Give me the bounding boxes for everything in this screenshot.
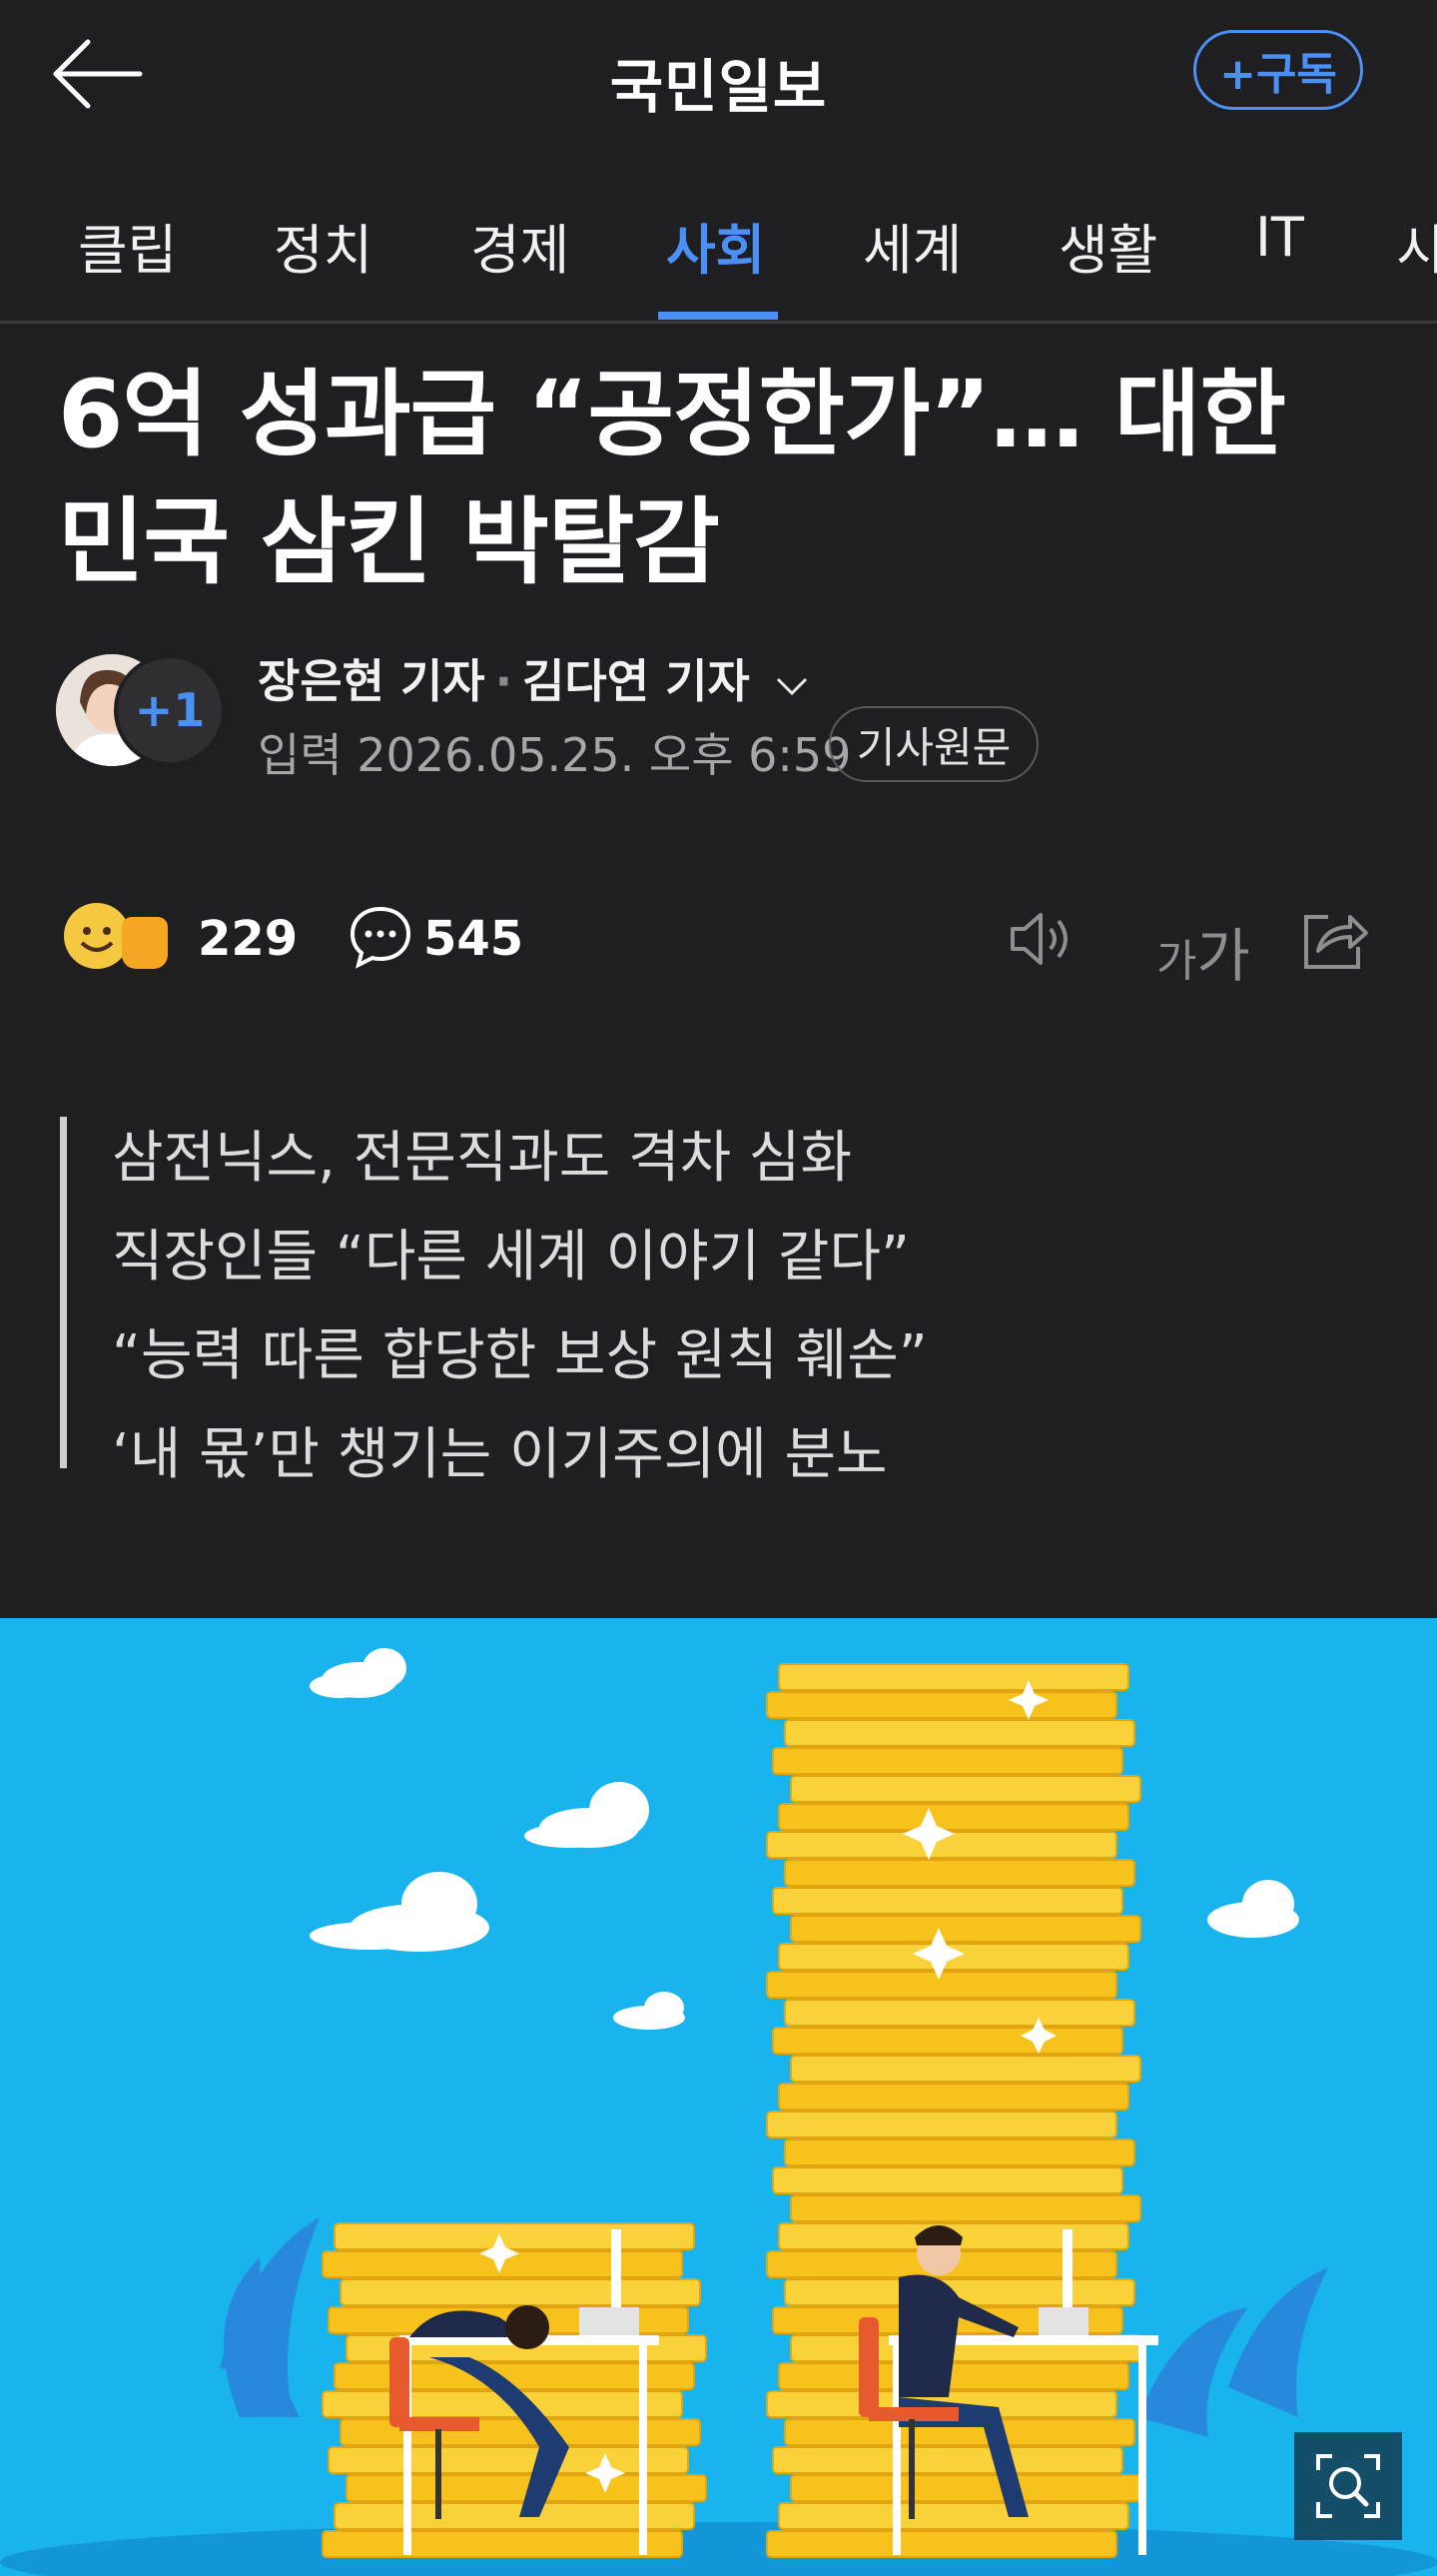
summary-line: 직장인들 “다른 세계 이야기 같다”	[112, 1225, 910, 1289]
reporter-names[interactable]: 장은현 기자 · 김다연 기자	[258, 645, 810, 711]
more-reporters-badge[interactable]: +1	[114, 654, 226, 766]
font-size-small-glyph: 가	[1156, 936, 1197, 987]
publish-date: 입력 2026.05.25. 오후 6:59	[258, 728, 852, 782]
comment-count: 545	[423, 911, 524, 967]
thumbs-up-icon[interactable]	[122, 917, 168, 969]
reporter-name-2[interactable]: 김다연 기자	[522, 654, 750, 708]
subscribe-button[interactable]: +구독	[1193, 30, 1363, 110]
tab-it[interactable]: IT	[1255, 206, 1304, 269]
summary-line: ‘내 몫’만 챙기는 이기주의에 분노	[112, 1422, 888, 1487]
font-size-icon[interactable]: 가가	[1156, 909, 1250, 993]
zoom-image-button[interactable]	[1294, 2432, 1402, 2540]
summary-quote-bar	[60, 1117, 67, 1468]
font-size-large-glyph: 가	[1196, 922, 1250, 990]
tab-more[interactable]: 시	[1396, 206, 1437, 285]
original-article-button[interactable]: 기사원문	[829, 706, 1039, 782]
chevron-down-icon[interactable]	[774, 673, 810, 697]
zoom-search-icon	[1316, 2454, 1380, 2518]
active-tab-indicator	[658, 312, 778, 320]
comment-bubble-icon[interactable]	[348, 903, 413, 969]
article-headline: 6억 성과급 “공정한가”… 대한 민국 삼킨 박탈감	[58, 352, 1396, 607]
article-summary: 삼전닉스, 전문직과도 격차 심화 직장인들 “다른 세계 이야기 같다” “능…	[112, 1109, 928, 1504]
headline-line-2: 민국 삼킨 박탈감	[58, 488, 720, 597]
category-tabs: 클립 정치 경제 사회 세계 생활 IT 시	[0, 170, 1437, 324]
tab-life[interactable]: 생활	[1059, 206, 1157, 285]
tab-world[interactable]: 세계	[863, 206, 962, 285]
smile-icon[interactable]	[64, 903, 130, 969]
tab-politics[interactable]: 정치	[274, 206, 372, 285]
speaker-icon[interactable]	[1007, 907, 1078, 971]
like-count: 229	[198, 911, 299, 967]
summary-line: 삼전닉스, 전문직과도 격차 심화	[112, 1126, 852, 1191]
tab-clip[interactable]: 클립	[78, 206, 177, 285]
headline-line-1: 6억 성과급 “공정한가”… 대한	[58, 361, 1286, 469]
coin-stacks-illustration	[0, 1648, 1437, 2576]
reporter-name-1[interactable]: 장은현 기자	[258, 654, 485, 708]
tab-society[interactable]: 사회	[666, 206, 765, 285]
share-icon[interactable]	[1298, 903, 1370, 973]
article-illustration[interactable]	[0, 1618, 1437, 2576]
separator-dot: ·	[494, 654, 513, 708]
tab-economy[interactable]: 경제	[470, 206, 569, 285]
summary-line: “능력 따른 합당한 보상 원칙 훼손”	[112, 1323, 928, 1388]
